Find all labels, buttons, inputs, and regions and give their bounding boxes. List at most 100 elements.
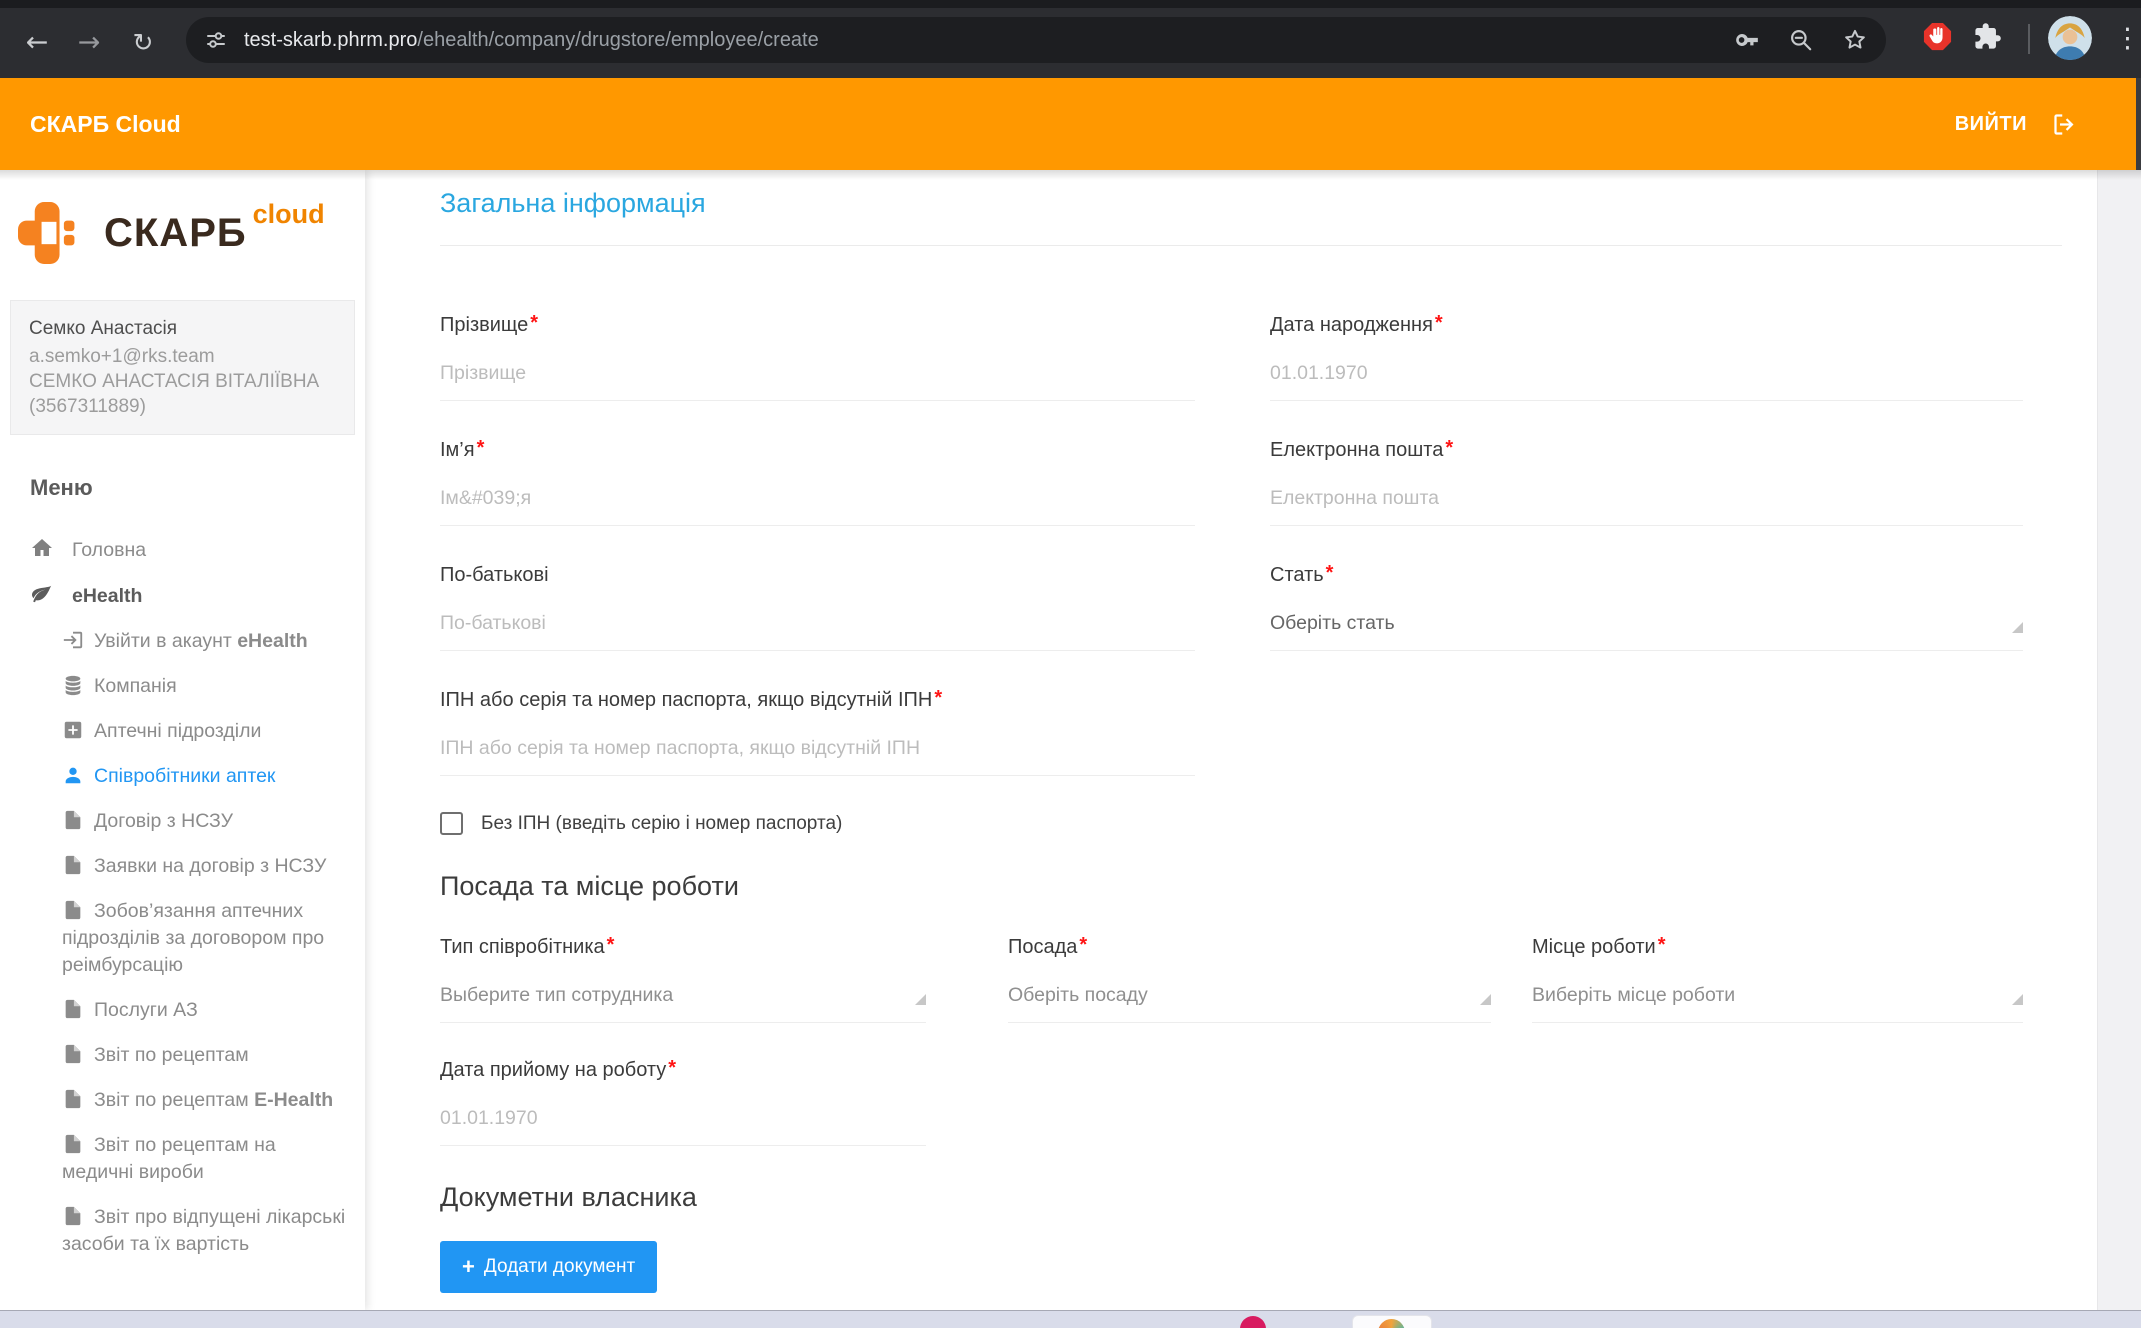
leaf-icon: [30, 582, 54, 606]
url-host: test-skarb.phrm.pro: [244, 29, 417, 51]
address-bar[interactable]: test-skarb.phrm.pro/ehealth/company/drug…: [186, 17, 1886, 63]
logo-cloud-superscript: cloud: [253, 199, 325, 229]
user-email: a.semko+1@rks.team: [29, 344, 336, 369]
browser-top-edge: [0, 0, 2141, 8]
app-brand[interactable]: СКАРБ Cloud: [30, 78, 181, 170]
sidebar-item-dispensed-medicines-report[interactable]: Звіт про відпущені лікарські засоби та ї…: [0, 1195, 365, 1267]
no-inn-checkbox[interactable]: [440, 812, 463, 835]
field-last-name: Прізвище*: [440, 314, 1195, 401]
sidebar-item-home[interactable]: Головна: [0, 527, 365, 573]
file-icon: [62, 1205, 84, 1227]
profile-avatar[interactable]: [2048, 16, 2092, 60]
user-name: Семко Анастасія: [29, 316, 336, 341]
sidebar-item-medical-devices-report[interactable]: Звіт по рецептам на медичні вироби: [0, 1123, 365, 1195]
sidebar-item-prescription-report[interactable]: Звіт по рецептам: [0, 1033, 365, 1078]
taskbar-app-icon-1[interactable]: [1240, 1316, 1266, 1328]
menu-title: Меню: [30, 475, 365, 501]
sidebar-item-az-services[interactable]: Послуги АЗ: [0, 988, 365, 1033]
browser-back-button[interactable]: ←: [18, 24, 56, 62]
required-asterisk: *: [1445, 437, 1453, 459]
bookmark-star-icon[interactable]: [1842, 27, 1868, 53]
sidebar-item-nszu-contract[interactable]: Договір з НСЗУ: [0, 799, 365, 844]
last-name-label: Прізвище: [440, 314, 528, 336]
url-path: /ehealth/company/drugstore/employee/crea…: [417, 29, 818, 51]
required-asterisk: *: [477, 437, 485, 459]
required-asterisk: *: [1658, 934, 1666, 956]
required-asterisk: *: [1435, 312, 1443, 334]
extensions-puzzle-icon[interactable]: [1973, 22, 2002, 51]
sidebar-item-company[interactable]: Компанія: [0, 664, 365, 709]
sidebar: СКАРБcloud Семко Анастасія a.semko+1@rks…: [0, 170, 365, 1310]
middle-name-input[interactable]: [440, 587, 1195, 651]
os-taskbar: [0, 1310, 2141, 1328]
sidebar-item-ehealth-login[interactable]: Увійти в акаунт eHealth: [0, 619, 365, 664]
sidebar-item-ehealth[interactable]: eHealth: [0, 573, 365, 619]
gender-select[interactable]: Оберіть стать: [1270, 610, 2023, 651]
toolbar-separator: [2028, 24, 2030, 54]
field-workplace: Місце роботи* Виберіть місце роботи: [1532, 936, 2023, 1023]
section-divider: [440, 245, 2062, 246]
required-asterisk: *: [934, 687, 942, 709]
browser-reload-button[interactable]: ↻: [124, 24, 162, 62]
employee-create-form: Загальна інформація Прізвище* Дата народ…: [440, 170, 2062, 1293]
add-document-label: Додати документ: [484, 1256, 635, 1278]
position-select[interactable]: Оберіть посаду: [1008, 982, 1491, 1023]
browser-toolbar: ← → ↻ test-skarb.phrm.pro/ehealth/compan…: [0, 0, 2141, 78]
inn-input[interactable]: [440, 712, 1195, 776]
no-inn-row: Без ІПН (введіть серію і номер паспорта): [440, 812, 2062, 835]
sidebar-item-reimbursement-obligations[interactable]: Зобов’язання аптечних підрозділів за дог…: [0, 889, 365, 988]
required-asterisk: *: [1326, 562, 1334, 584]
app-logo: СКАРБcloud: [0, 170, 365, 266]
field-position: Посада* Оберіть посаду: [1008, 936, 1491, 1023]
employee-type-select[interactable]: Выберите тип сотрудника: [440, 982, 926, 1023]
home-icon: [30, 536, 54, 560]
skarb-logo-icon: [18, 200, 80, 266]
logout-button[interactable]: ВИЙТИ: [1955, 78, 2078, 170]
site-info-icon[interactable]: [204, 28, 228, 52]
email-input[interactable]: [1270, 462, 2023, 526]
sidebar-item-prescription-report-ehealth[interactable]: Звіт по рецептам E-Health: [0, 1078, 365, 1123]
field-email: Електронна пошта*: [1270, 439, 2023, 526]
url-text: test-skarb.phrm.pro/ehealth/company/drug…: [244, 29, 819, 52]
file-icon: [62, 1088, 84, 1110]
logout-label: ВИЙТИ: [1955, 113, 2027, 136]
birth-date-label: Дата народження: [1270, 314, 1433, 336]
browser-forward-button[interactable]: →: [70, 24, 108, 62]
sidebar-item-nszu-contract-requests[interactable]: Заявки на договір з НСЗУ: [0, 844, 365, 889]
sign-out-icon: [2051, 111, 2078, 138]
field-birth-date: Дата народження*: [1270, 314, 2023, 401]
employee-type-label: Тип співробітника: [440, 936, 605, 958]
field-hire-date: Дата прийому на роботу*: [440, 1059, 926, 1146]
required-asterisk: *: [668, 1057, 676, 1079]
zoom-icon[interactable]: [1788, 27, 1814, 53]
add-document-button[interactable]: + Додати документ: [440, 1241, 657, 1293]
passwords-key-icon[interactable]: [1734, 27, 1760, 53]
position-section-title: Посада та місце роботи: [440, 871, 2062, 902]
sign-in-icon: [62, 629, 84, 651]
workplace-label: Місце роботи: [1532, 936, 1656, 958]
file-icon: [62, 1043, 84, 1065]
page-scrollbar[interactable]: [2097, 170, 2141, 1310]
email-label: Електронна пошта: [1270, 439, 1443, 461]
field-employee-type: Тип співробітника* Выберите тип сотрудни…: [440, 936, 926, 1023]
last-name-input[interactable]: [440, 337, 1195, 401]
sidebar-item-pharmacy-employees[interactable]: Співробітники аптек: [0, 754, 365, 799]
adblock-extension-icon[interactable]: [1922, 21, 1953, 52]
dropdown-triangle-icon: [1480, 994, 1491, 1005]
hire-date-input[interactable]: [440, 1082, 926, 1146]
field-gender: Стать* Оберіть стать: [1270, 564, 2023, 651]
sidebar-item-pharmacy-units[interactable]: Аптечні підрозділи: [0, 709, 365, 754]
birth-date-input[interactable]: [1270, 337, 2023, 401]
workplace-select[interactable]: Виберіть місце роботи: [1532, 982, 2023, 1023]
position-label: Посада: [1008, 936, 1077, 958]
first-name-input[interactable]: [440, 462, 1195, 526]
browser-menu-icon[interactable]: ⋮: [2114, 22, 2141, 56]
file-icon: [62, 998, 84, 1020]
app-header: СКАРБ Cloud ВИЙТИ: [0, 78, 2136, 170]
window-edge: [2136, 78, 2141, 170]
field-inn: ІПН або серія та номер паспорта, якщо ві…: [440, 689, 1195, 776]
sidebar-menu: Головна eHealth Увійти в акаунт eHealth …: [0, 527, 365, 1267]
gender-label: Стать: [1270, 564, 1324, 586]
user-icon: [62, 764, 84, 786]
file-icon: [62, 1133, 84, 1155]
